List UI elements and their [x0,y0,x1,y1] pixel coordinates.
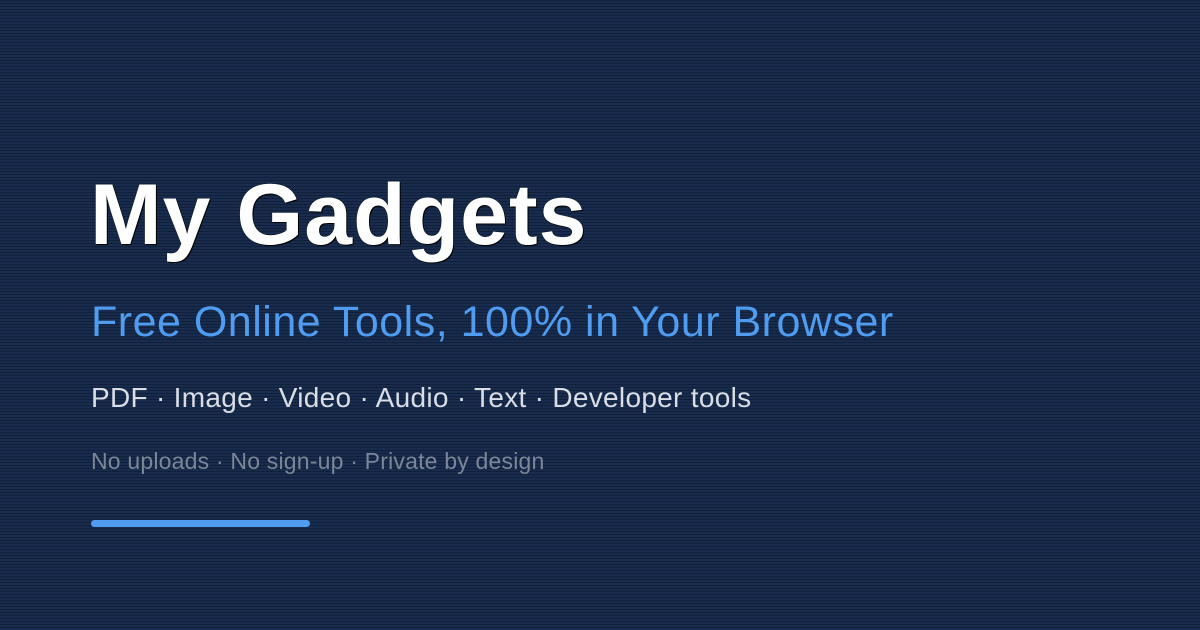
privacy-tagline: No uploads · No sign-up · Private by des… [91,448,545,474]
site-subtitle: Free Online Tools, 100% in Your Browser [91,298,894,346]
tool-categories: PDF · Image · Video · Audio · Text · Dev… [91,382,752,413]
social-preview-card: My Gadgets Free Online Tools, 100% in Yo… [0,0,1200,630]
accent-bar [91,520,310,527]
site-title: My Gadgets [90,167,588,263]
